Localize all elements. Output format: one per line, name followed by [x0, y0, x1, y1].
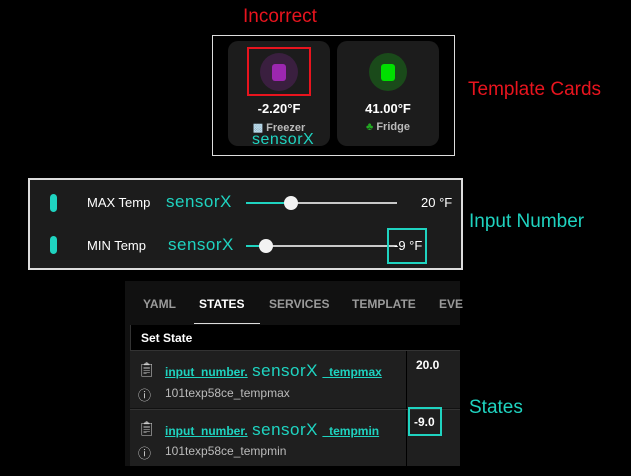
developer-tools-states: YAML STATES SERVICES TEMPLATE EVE Set St… — [125, 281, 463, 467]
state-value: -9.0 — [414, 415, 435, 429]
info-icon[interactable]: ⓘ — [138, 443, 151, 462]
min-temp-value: -9 °F — [394, 238, 423, 253]
thermometer-icon — [50, 236, 57, 254]
incorrect-annotation: Incorrect — [243, 6, 317, 27]
freezer-card[interactable]: -2.20°F ▩ Freezer sensorX — [228, 41, 330, 148]
max-temp-value: 20 °F — [421, 195, 453, 210]
tab-template[interactable]: TEMPLATE — [352, 297, 416, 311]
clipboard-icon[interactable]: 📋︎ — [138, 420, 156, 437]
info-icon[interactable]: ⓘ — [138, 385, 151, 404]
sensor-placeholder: sensorX — [168, 235, 234, 254]
template-cards-annotation: Template Cards — [468, 79, 602, 100]
entity-link[interactable]: _tempmax — [322, 365, 381, 379]
friendly-name: 101texp58ce_tempmin — [165, 444, 287, 458]
table-row: 📋︎ input_number. sensorX _tempmax ⓘ 101t… — [130, 350, 460, 409]
entity-link[interactable]: _tempmin — [322, 424, 379, 438]
slider-thumb[interactable] — [258, 239, 273, 253]
table-row: 📋︎ input_number. sensorX _tempmin ⓘ 101t… — [130, 407, 460, 467]
active-tab-indicator — [194, 323, 260, 324]
sensor-placeholder: sensorX — [252, 361, 318, 380]
fridge-icon — [369, 53, 407, 91]
table-header: Set State — [130, 325, 460, 351]
max-temp-label: MAX Temp — [87, 195, 151, 210]
entity-link[interactable]: input_number. — [165, 365, 248, 379]
sensor-placeholder: sensorX — [252, 420, 318, 439]
entity-link[interactable]: input_number. — [165, 424, 248, 438]
set-state-header: Set State — [141, 331, 193, 345]
tab-states[interactable]: STATES — [199, 297, 245, 311]
fridge-card[interactable]: 41.00°F ♣ Fridge — [337, 41, 439, 146]
states-annotation: States — [469, 397, 523, 418]
thermometer-icon — [50, 194, 57, 212]
friendly-name: 101texp58ce_tempmax — [165, 386, 290, 400]
sensor-placeholder: sensorX — [252, 131, 315, 148]
broccoli-icon: ♣ — [366, 121, 374, 133]
input-number-annotation: Input Number — [469, 211, 585, 232]
tab-services[interactable]: SERVICES — [269, 297, 329, 311]
min-temp-slider[interactable] — [246, 239, 397, 253]
slider-thumb[interactable] — [284, 196, 299, 210]
tab-events[interactable]: EVE — [439, 297, 463, 311]
sensor-placeholder: sensorX — [166, 192, 232, 211]
max-temp-slider[interactable] — [246, 196, 397, 210]
card-value: -2.20°F — [257, 101, 301, 116]
state-value: 20.0 — [416, 358, 440, 372]
tab-yaml[interactable]: YAML — [143, 297, 176, 311]
card-name: ♣ Fridge — [366, 121, 410, 133]
clipboard-icon[interactable]: 📋︎ — [138, 361, 156, 378]
input-number-card: MAX Temp sensorX 20 °F MIN Temp sensorX … — [28, 178, 463, 270]
min-temp-label: MIN Temp — [87, 238, 146, 253]
incorrect-highlight — [247, 47, 311, 96]
card-value: 41.00°F — [365, 101, 411, 116]
